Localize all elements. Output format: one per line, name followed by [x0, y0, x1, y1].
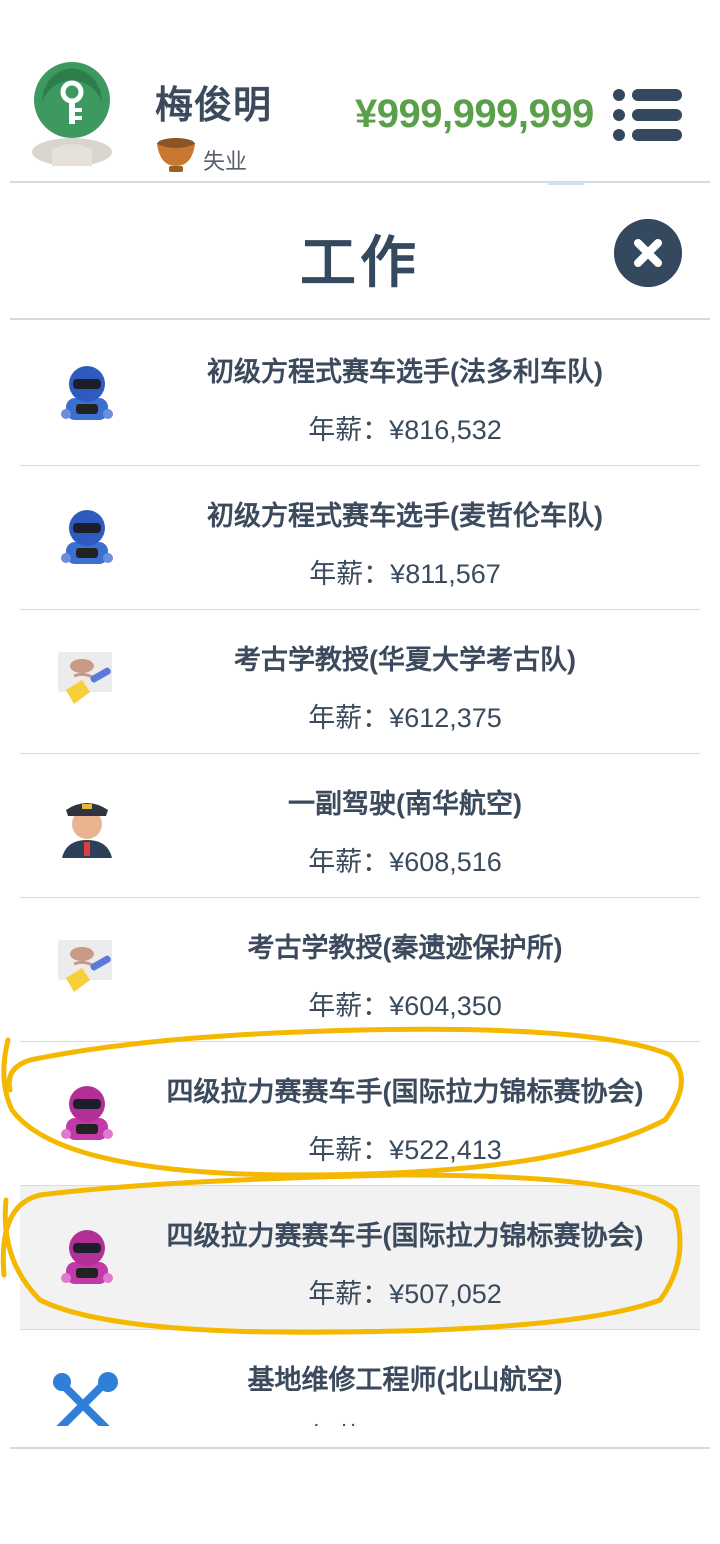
job-title: 考古学教授(秦遗迹保护所)	[247, 933, 563, 963]
close-icon[interactable]	[614, 219, 682, 287]
money-balance: ¥999,999,999	[355, 92, 594, 136]
job-item[interactable]: 一副驾驶(南华航空) 年薪：¥608,516	[20, 754, 700, 898]
job-item[interactable]: 考古学教授(秦遗迹保护所) 年薪：¥604,350	[20, 898, 700, 1042]
job-salary: 年薪：¥507,052	[308, 1279, 502, 1309]
job-title: 基地维修工程师(北山航空)	[247, 1365, 563, 1395]
job-salary: 年薪：¥604,350	[308, 991, 502, 1021]
job-title: 四级拉力赛赛车手(国际拉力锦标赛协会)	[166, 1077, 644, 1107]
job-list[interactable]: 初级方程式赛车选手(法多利车队) 年薪：¥816,532 初级方程式赛车选手(麦哲伦…	[20, 322, 700, 1426]
job-salary: 年薪：¥612,375	[308, 703, 502, 733]
job-title: 初级方程式赛车选手(法多利车队)	[207, 357, 603, 387]
bowl-icon	[157, 138, 195, 172]
job-title: 考古学教授(华夏大学考古队)	[234, 645, 576, 675]
job-salary: 年薪：¥811,567	[309, 559, 501, 589]
scroll-indicator	[548, 182, 584, 185]
menu-icon[interactable]	[610, 86, 684, 144]
job-item[interactable]: 初级方程式赛车选手(法多利车队) 年薪：¥816,532	[20, 322, 700, 466]
job-title: 初级方程式赛车选手(麦哲伦车队)	[207, 501, 603, 531]
header-divider	[10, 181, 710, 183]
job-title: 四级拉力赛赛车手(国际拉力锦标赛协会)	[166, 1221, 644, 1251]
job-item[interactable]: 四级拉力赛赛车手(国际拉力锦标赛协会) 年薪：¥522,413	[20, 1042, 700, 1186]
job-salary: 年薪：¥816,532	[308, 415, 502, 445]
list-bottom-divider	[10, 1447, 710, 1449]
job-title: 一副驾驶(南华航空)	[288, 789, 522, 819]
job-salary: 年薪：¥522,413	[308, 1135, 502, 1165]
header: 梅俊明 失业 ¥999,999,999	[0, 0, 720, 182]
title-divider	[10, 318, 710, 320]
panel-title: 工作	[300, 231, 420, 294]
job-salary: 年薪：¥608,516	[308, 847, 502, 877]
job-salary: 年薪：¥506,861	[110, 1416, 700, 1426]
job-item[interactable]: 考古学教授(华夏大学考古队) 年薪：¥612,375	[20, 610, 700, 754]
job-list-content: 初级方程式赛车选手(法多利车队) 年薪：¥816,532 初级方程式赛车选手(麦哲伦…	[20, 322, 700, 1426]
job-item[interactable]: 四级拉力赛赛车手(国际拉力锦标赛协会) 年薪：¥507,052	[20, 1186, 700, 1330]
player-name: 梅俊明	[155, 85, 273, 127]
avatar[interactable]	[30, 58, 114, 166]
employment-status: 失业	[203, 149, 248, 174]
job-item[interactable]: 初级方程式赛车选手(麦哲伦车队) 年薪：¥811,567	[20, 466, 700, 610]
job-item[interactable]: 基地维修工程师(北山航空) 年薪：¥506,861	[20, 1330, 700, 1426]
